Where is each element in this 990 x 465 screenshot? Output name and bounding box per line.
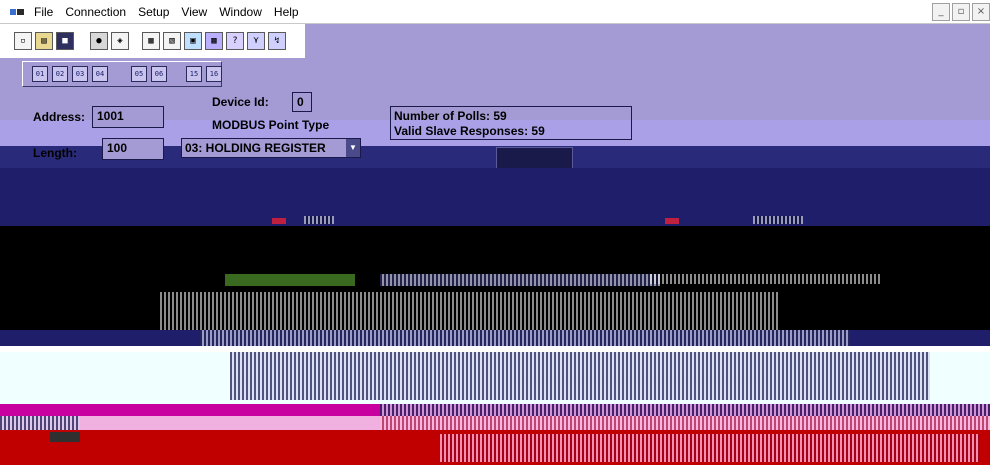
write-multi-coils-icon[interactable]: 15 (186, 66, 202, 82)
toolbar-strip (305, 24, 990, 58)
apply-button[interactable] (496, 147, 573, 169)
glitch-mark (380, 274, 660, 286)
main-toolbar: ▫ ▤ ■ ● ◈ ▦ ▧ ▣ ▩ ? ⋎ ↯ (0, 24, 990, 58)
address-label: Address: (33, 110, 86, 124)
new-file-icon[interactable]: ▫ (14, 32, 32, 50)
glitch-mark (272, 218, 286, 224)
menu-view[interactable]: View (175, 0, 213, 24)
glitch-band-light-pink (0, 416, 990, 430)
menu-bar: File Connection Setup View Window Help _… (0, 0, 990, 24)
device-id-field[interactable]: 0 (292, 92, 312, 112)
open-folder-icon[interactable]: ▤ (35, 32, 53, 50)
menu-setup[interactable]: Setup (132, 0, 175, 24)
write-icon[interactable]: ▧ (163, 32, 181, 50)
poll-setup-panel: Device Id: 0 Address: 1001 MODBUS Point … (0, 90, 990, 169)
minimize-button[interactable]: _ (932, 3, 950, 21)
glitch-mark (50, 432, 80, 442)
address-field[interactable]: 1001 (92, 106, 164, 128)
read-input-regs-icon[interactable]: 04 (92, 66, 108, 82)
glitch-mark (650, 274, 880, 284)
glitch-band-dark (0, 168, 990, 226)
poll-stats-box: Number of Polls: 59 Valid Slave Response… (390, 106, 632, 140)
glitch-band-pink (0, 404, 990, 416)
connect-icon[interactable]: ● (90, 32, 108, 50)
close-button[interactable]: × (972, 3, 990, 21)
app-icon[interactable] (10, 7, 24, 17)
glitch-mark (0, 416, 80, 430)
menu-connection[interactable]: Connection (59, 0, 132, 24)
responses-value: 59 (531, 124, 545, 138)
chevron-down-icon[interactable]: ▼ (346, 139, 360, 157)
menu-help[interactable]: Help (268, 0, 305, 24)
glitch-mark (225, 274, 355, 286)
write-multi-regs-icon[interactable]: 16 (206, 66, 222, 82)
write-register-icon[interactable]: 06 (151, 66, 167, 82)
read-coils-icon[interactable]: 01 (32, 66, 48, 82)
display-icon[interactable]: ▩ (205, 32, 223, 50)
polls-value: 59 (493, 109, 507, 123)
length-field[interactable]: 100 (102, 138, 164, 160)
polls-label: Number of Polls: (394, 109, 491, 123)
glitch-mark (665, 218, 679, 224)
point-type-label: MODBUS Point Type (212, 118, 330, 132)
point-type-select[interactable]: 03: HOLDING REGISTER ▼ (181, 138, 361, 158)
glitch-band-red (0, 430, 990, 465)
glitch-mark (440, 434, 980, 462)
menu-window[interactable]: Window (213, 0, 268, 24)
read-holding-icon[interactable]: 03 (72, 66, 88, 82)
restore-button[interactable]: ▫ (952, 3, 970, 21)
glitch-mark (753, 216, 803, 224)
length-label: Length: (33, 146, 77, 160)
read-icon[interactable]: ▦ (142, 32, 160, 50)
write-coil-icon[interactable]: 05 (131, 66, 147, 82)
save-icon[interactable]: ■ (56, 32, 74, 50)
device-id-label: Device Id: (212, 95, 269, 109)
glitch-mark (200, 330, 850, 346)
glitch-mark (380, 404, 990, 416)
glitch-band-black (0, 226, 990, 346)
disconnect-icon[interactable]: ◈ (111, 32, 129, 50)
glitch-mark (230, 350, 930, 400)
glitch-mark (380, 416, 990, 430)
glitch-mark (304, 216, 334, 224)
help-icon[interactable]: ? (226, 32, 244, 50)
menu-file[interactable]: File (28, 0, 59, 24)
function-toolbar: 01 02 03 04 05 06 15 16 (0, 58, 990, 90)
monitor-icon[interactable]: ▣ (184, 32, 202, 50)
glitch-band-white (0, 346, 990, 404)
window-controls: _ ▫ × (930, 3, 990, 21)
read-inputs-icon[interactable]: 02 (52, 66, 68, 82)
cascade-icon[interactable]: ⋎ (247, 32, 265, 50)
responses-label: Valid Slave Responses: (394, 124, 529, 138)
glitch-mark (0, 346, 990, 352)
tile-icon[interactable]: ↯ (268, 32, 286, 50)
point-type-value: 03: HOLDING REGISTER (185, 141, 326, 155)
